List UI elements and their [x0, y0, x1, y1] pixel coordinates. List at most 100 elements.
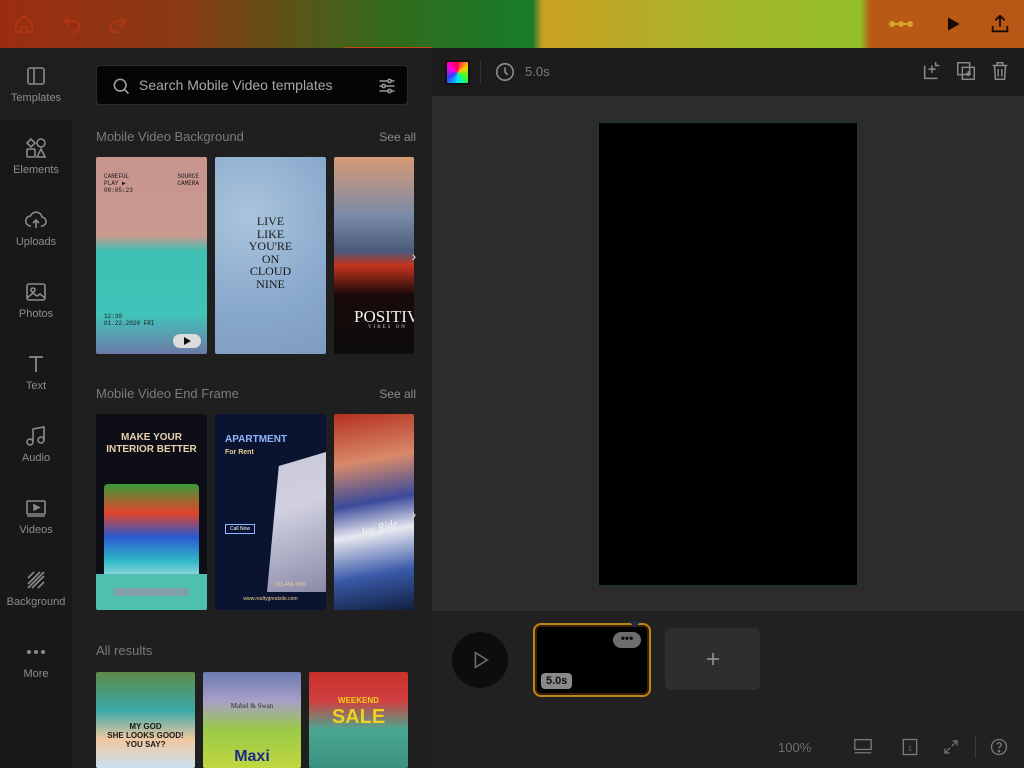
thumb-text: www.realtygreatsite.com [243, 596, 298, 602]
zoom-level[interactable]: 100% [778, 740, 811, 755]
play-icon[interactable] [939, 10, 967, 38]
template-thumb-interior[interactable]: MAKE YOUR INTERIOR BETTER [96, 414, 207, 610]
rail-item-elements[interactable]: Elements [0, 120, 72, 192]
rail-item-background[interactable]: Background [0, 552, 72, 624]
search-bar [96, 65, 408, 105]
video-badge-icon [173, 334, 201, 348]
add-page-icon[interactable] [921, 60, 943, 82]
filter-icon[interactable] [377, 76, 397, 96]
video-icon [26, 500, 46, 517]
redo-icon[interactable] [104, 10, 132, 38]
section-title-endframe: Mobile Video End Frame [96, 386, 239, 401]
undo-icon[interactable] [58, 10, 86, 38]
thumb-text: For Rent [225, 449, 254, 456]
thumb-text: VIBES ON [368, 325, 407, 330]
template-thumb-cloud-nine[interactable]: LIVE LIKE YOU'RE ON CLOUD NINE [215, 157, 326, 354]
rail-item-photos[interactable]: Photos [0, 264, 72, 336]
see-all-endframe-link[interactable]: See all [379, 387, 416, 401]
thumb-text: MY GOD SHE LOOKS GOOD! YOU SAY? [107, 722, 184, 749]
editor-area: 5.0s ••• 5.0s 100% 1 [432, 48, 1024, 768]
playhead-marker [629, 621, 641, 628]
timeline-clip[interactable]: ••• 5.0s [533, 621, 651, 697]
search-icon [113, 78, 130, 95]
grid-view-icon[interactable] [852, 736, 874, 758]
building-image [267, 452, 326, 592]
divider [975, 736, 976, 758]
app-root: Templates Elements Uploads Photos Text A… [0, 0, 1024, 768]
play-icon [474, 651, 489, 669]
rail-item-audio[interactable]: Audio [0, 408, 72, 480]
thumb-text: WEEKEND [338, 696, 379, 705]
rail-label: Background [6, 596, 66, 608]
duplicate-page-icon[interactable] [955, 60, 977, 82]
search-input[interactable] [139, 74, 371, 96]
photos-icon [26, 283, 46, 301]
template-thumb-joy-ride[interactable]: Joy Ride [334, 414, 414, 610]
rail-label: Videos [19, 524, 53, 536]
rail-label: Uploads [15, 236, 57, 248]
thumb-text: CAREFUL PLAY ▶ 00:05:23 [104, 173, 133, 194]
clip-duration-badge: 5.0s [541, 673, 573, 689]
thumb-footer-bar [114, 588, 189, 596]
color-picker-button[interactable] [445, 60, 470, 85]
rail-item-more[interactable]: More [0, 624, 72, 696]
interior-image [104, 484, 199, 580]
template-thumb-she-looks-good[interactable]: MY GOD SHE LOOKS GOOD! YOU SAY? [96, 672, 195, 768]
thumb-text: Mabel & Swan [230, 702, 274, 710]
scroll-right-icon[interactable]: › [405, 247, 423, 265]
rail-label: Templates [10, 92, 62, 104]
rail-item-uploads[interactable]: Uploads [0, 192, 72, 264]
template-thumb-careful-play[interactable]: CAREFUL PLAY ▶ 00:05:23 SOURCE CAMERA 12… [96, 157, 207, 354]
templates-panel: Mobile Video Background See all CAREFUL … [72, 48, 432, 768]
rail-item-templates[interactable]: Templates [0, 48, 72, 120]
trash-icon[interactable] [989, 60, 1011, 82]
sparkle-icon[interactable] [886, 10, 916, 38]
rail-item-videos[interactable]: Videos [0, 480, 72, 552]
thumb-text: APARTMENT [225, 434, 288, 445]
elements-icon [25, 137, 47, 158]
background-icon [27, 571, 45, 589]
more-icon [27, 650, 45, 654]
editor-toolbar: 5.0s [432, 48, 1024, 96]
timeline: ••• 5.0s 100% 1 [432, 611, 1024, 768]
templates-icon [27, 67, 45, 85]
thumb-text: SALE [331, 706, 386, 728]
design-canvas[interactable] [598, 122, 858, 586]
duration-label[interactable]: 5.0s [525, 64, 550, 79]
rail-label: More [23, 668, 49, 680]
thumb-cta: Call Now [225, 524, 256, 534]
add-clip-button[interactable] [665, 628, 760, 690]
text-icon [29, 356, 43, 372]
scroll-right-icon[interactable]: › [405, 505, 423, 523]
svg-text:1: 1 [908, 743, 912, 752]
thumb-text: 12:30 01.22.2020 FRI [104, 313, 155, 327]
plus-icon [706, 653, 719, 665]
thumb-text: POSITIV [354, 307, 414, 326]
thumb-text: Joy Ride [359, 517, 400, 539]
timeline-play-button[interactable] [452, 632, 508, 688]
fullscreen-icon[interactable] [940, 736, 962, 758]
template-thumb-maxi[interactable]: Mabel & Swan Maxi [203, 672, 301, 768]
thumb-text: MAKE YOUR INTERIOR BETTER [106, 432, 197, 455]
page-count-button[interactable]: 1 [899, 736, 921, 758]
share-icon[interactable] [986, 10, 1014, 38]
template-thumb-positive[interactable]: POSITIV VIBES ON [334, 157, 414, 354]
clip-more-button[interactable]: ••• [613, 632, 641, 648]
rail-label: Elements [13, 164, 59, 176]
home-icon[interactable] [10, 10, 38, 38]
see-all-background-link[interactable]: See all [379, 130, 416, 144]
thumb-text: 123-456-7890 [275, 582, 307, 588]
template-thumb-apartment[interactable]: APARTMENT For Rent Call Now 123-456-7890… [215, 414, 326, 610]
thumb-text: Maxi [234, 748, 270, 765]
template-thumb-weekend-sale[interactable]: WEEKEND SALE [309, 672, 408, 768]
thumb-text: LIVE LIKE YOU'RE ON CLOUD NINE [248, 214, 293, 291]
side-rail: Templates Elements Uploads Photos Text A… [0, 48, 72, 768]
clock-icon[interactable] [494, 61, 516, 83]
rail-label: Audio [21, 452, 51, 464]
rail-label: Text [25, 380, 47, 392]
divider [480, 60, 481, 84]
help-icon[interactable] [988, 736, 1010, 758]
rail-label: Photos [18, 308, 54, 320]
rail-item-text[interactable]: Text [0, 336, 72, 408]
section-title-background: Mobile Video Background [96, 129, 244, 144]
